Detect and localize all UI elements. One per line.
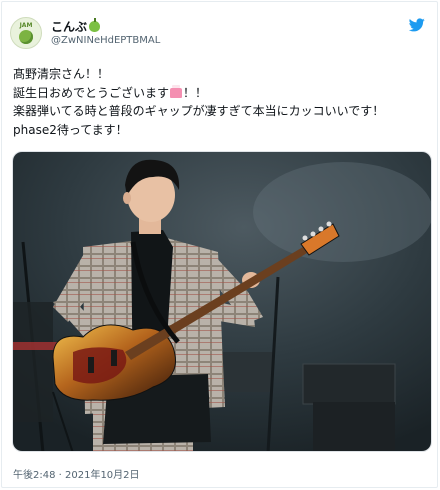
- tweet-line-2: 誕生日おめでとうございます ！！: [13, 84, 431, 103]
- tweet-line-4: phase2待ってます！: [13, 122, 128, 137]
- tweet-line-3: 楽器弾いてる時と普段のギャップが凄すぎて本当にカッコいいです！: [13, 104, 385, 118]
- author-name-row: こんぶ: [51, 18, 101, 35]
- concert-photo-illustration: [13, 152, 431, 451]
- tweet-timestamp[interactable]: 午後2:48 · 2021年10月2日: [13, 466, 140, 481]
- tweet-embed-card[interactable]: JAM こんぶ @ZwNINeHdEPTBMAL 髙野清宗さん！！ 誕生日おめでと…: [1, 1, 438, 488]
- author-handle[interactable]: @ZwNINeHdEPTBMAL: [51, 35, 160, 46]
- avatar-apple-icon: [19, 30, 33, 44]
- tweet-line-1: 髙野清宗さん！！: [13, 67, 110, 81]
- tweet-text: 髙野清宗さん！！ 誕生日おめでとうございます ！！ 楽器弾いてる時と普段のギャップが凄…: [13, 65, 431, 139]
- avatar-label: JAM: [19, 22, 33, 29]
- author-display-name[interactable]: こんぶ: [51, 18, 87, 35]
- green-apple-icon: [89, 18, 101, 32]
- birthday-cake-icon: [170, 84, 183, 98]
- author-avatar[interactable]: JAM: [10, 17, 42, 49]
- tweet-line-2-end: ！！: [183, 85, 208, 100]
- tweet-line-2-text: 誕生日おめでとうございます: [13, 85, 170, 100]
- twitter-bird-icon[interactable]: [409, 18, 425, 32]
- tweet-photo[interactable]: [12, 151, 432, 452]
